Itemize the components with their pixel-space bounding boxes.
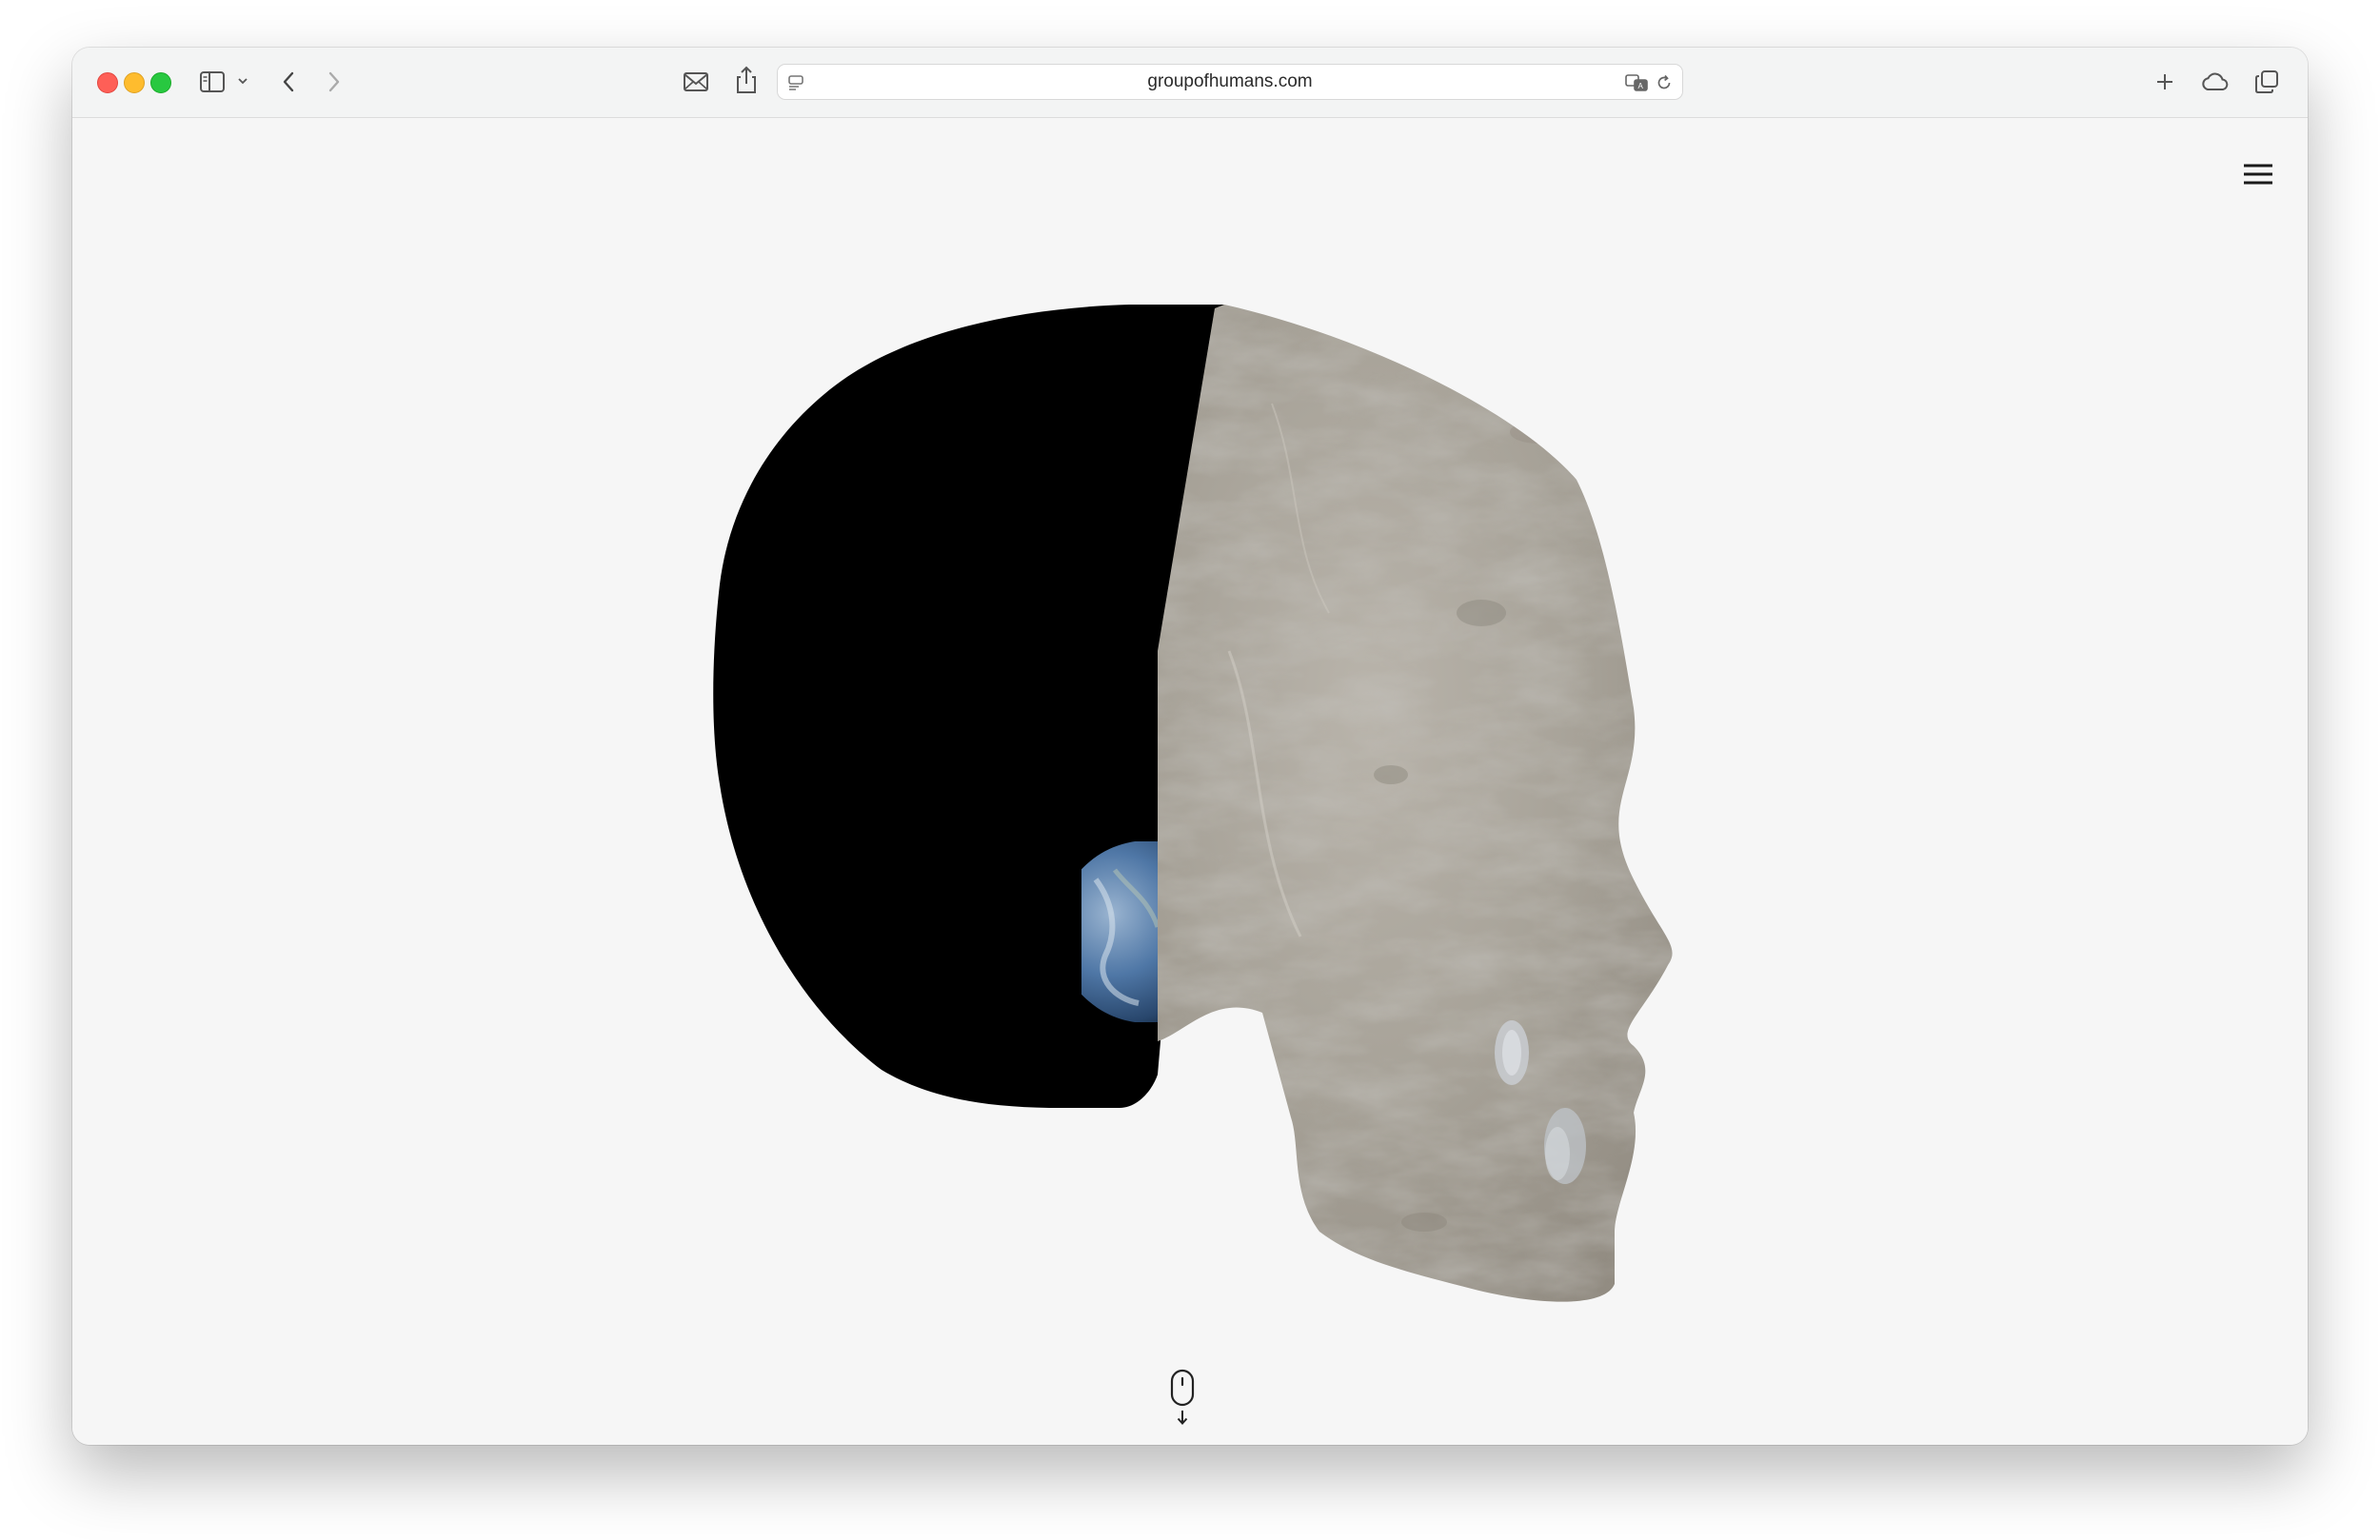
chevron-down-icon[interactable] — [236, 74, 249, 88]
tab-overview-icon[interactable] — [2252, 69, 2281, 95]
forward-arrow-icon[interactable] — [322, 69, 347, 95]
skull-silhouette-moon-earth — [713, 305, 1673, 1302]
browser-toolbar: groupofhumans.com A — [72, 48, 2308, 118]
share-icon[interactable] — [733, 65, 760, 95]
window-close-button[interactable] — [97, 72, 118, 93]
reload-icon[interactable] — [1654, 72, 1675, 93]
window-minimize-button[interactable] — [124, 72, 145, 93]
sidebar-icon[interactable] — [198, 69, 227, 95]
url-text: groupofhumans.com — [1147, 71, 1313, 91]
mail-icon[interactable] — [682, 69, 710, 95]
browser-window: groupofhumans.com A — [72, 48, 2308, 1445]
svg-text:A: A — [1638, 82, 1644, 90]
translate-icon[interactable]: A — [1623, 72, 1650, 93]
cloud-icon[interactable] — [2199, 69, 2231, 95]
screen: groupofhumans.com A — [0, 0, 2380, 1540]
new-tab-plus-icon[interactable] — [2152, 69, 2178, 95]
window-maximize-button[interactable] — [150, 72, 171, 93]
mouse-scroll-down-icon[interactable] — [1168, 1369, 1197, 1428]
page-content — [72, 118, 2308, 1445]
back-arrow-icon[interactable] — [276, 69, 301, 95]
address-bar[interactable]: groupofhumans.com A — [777, 64, 1683, 100]
